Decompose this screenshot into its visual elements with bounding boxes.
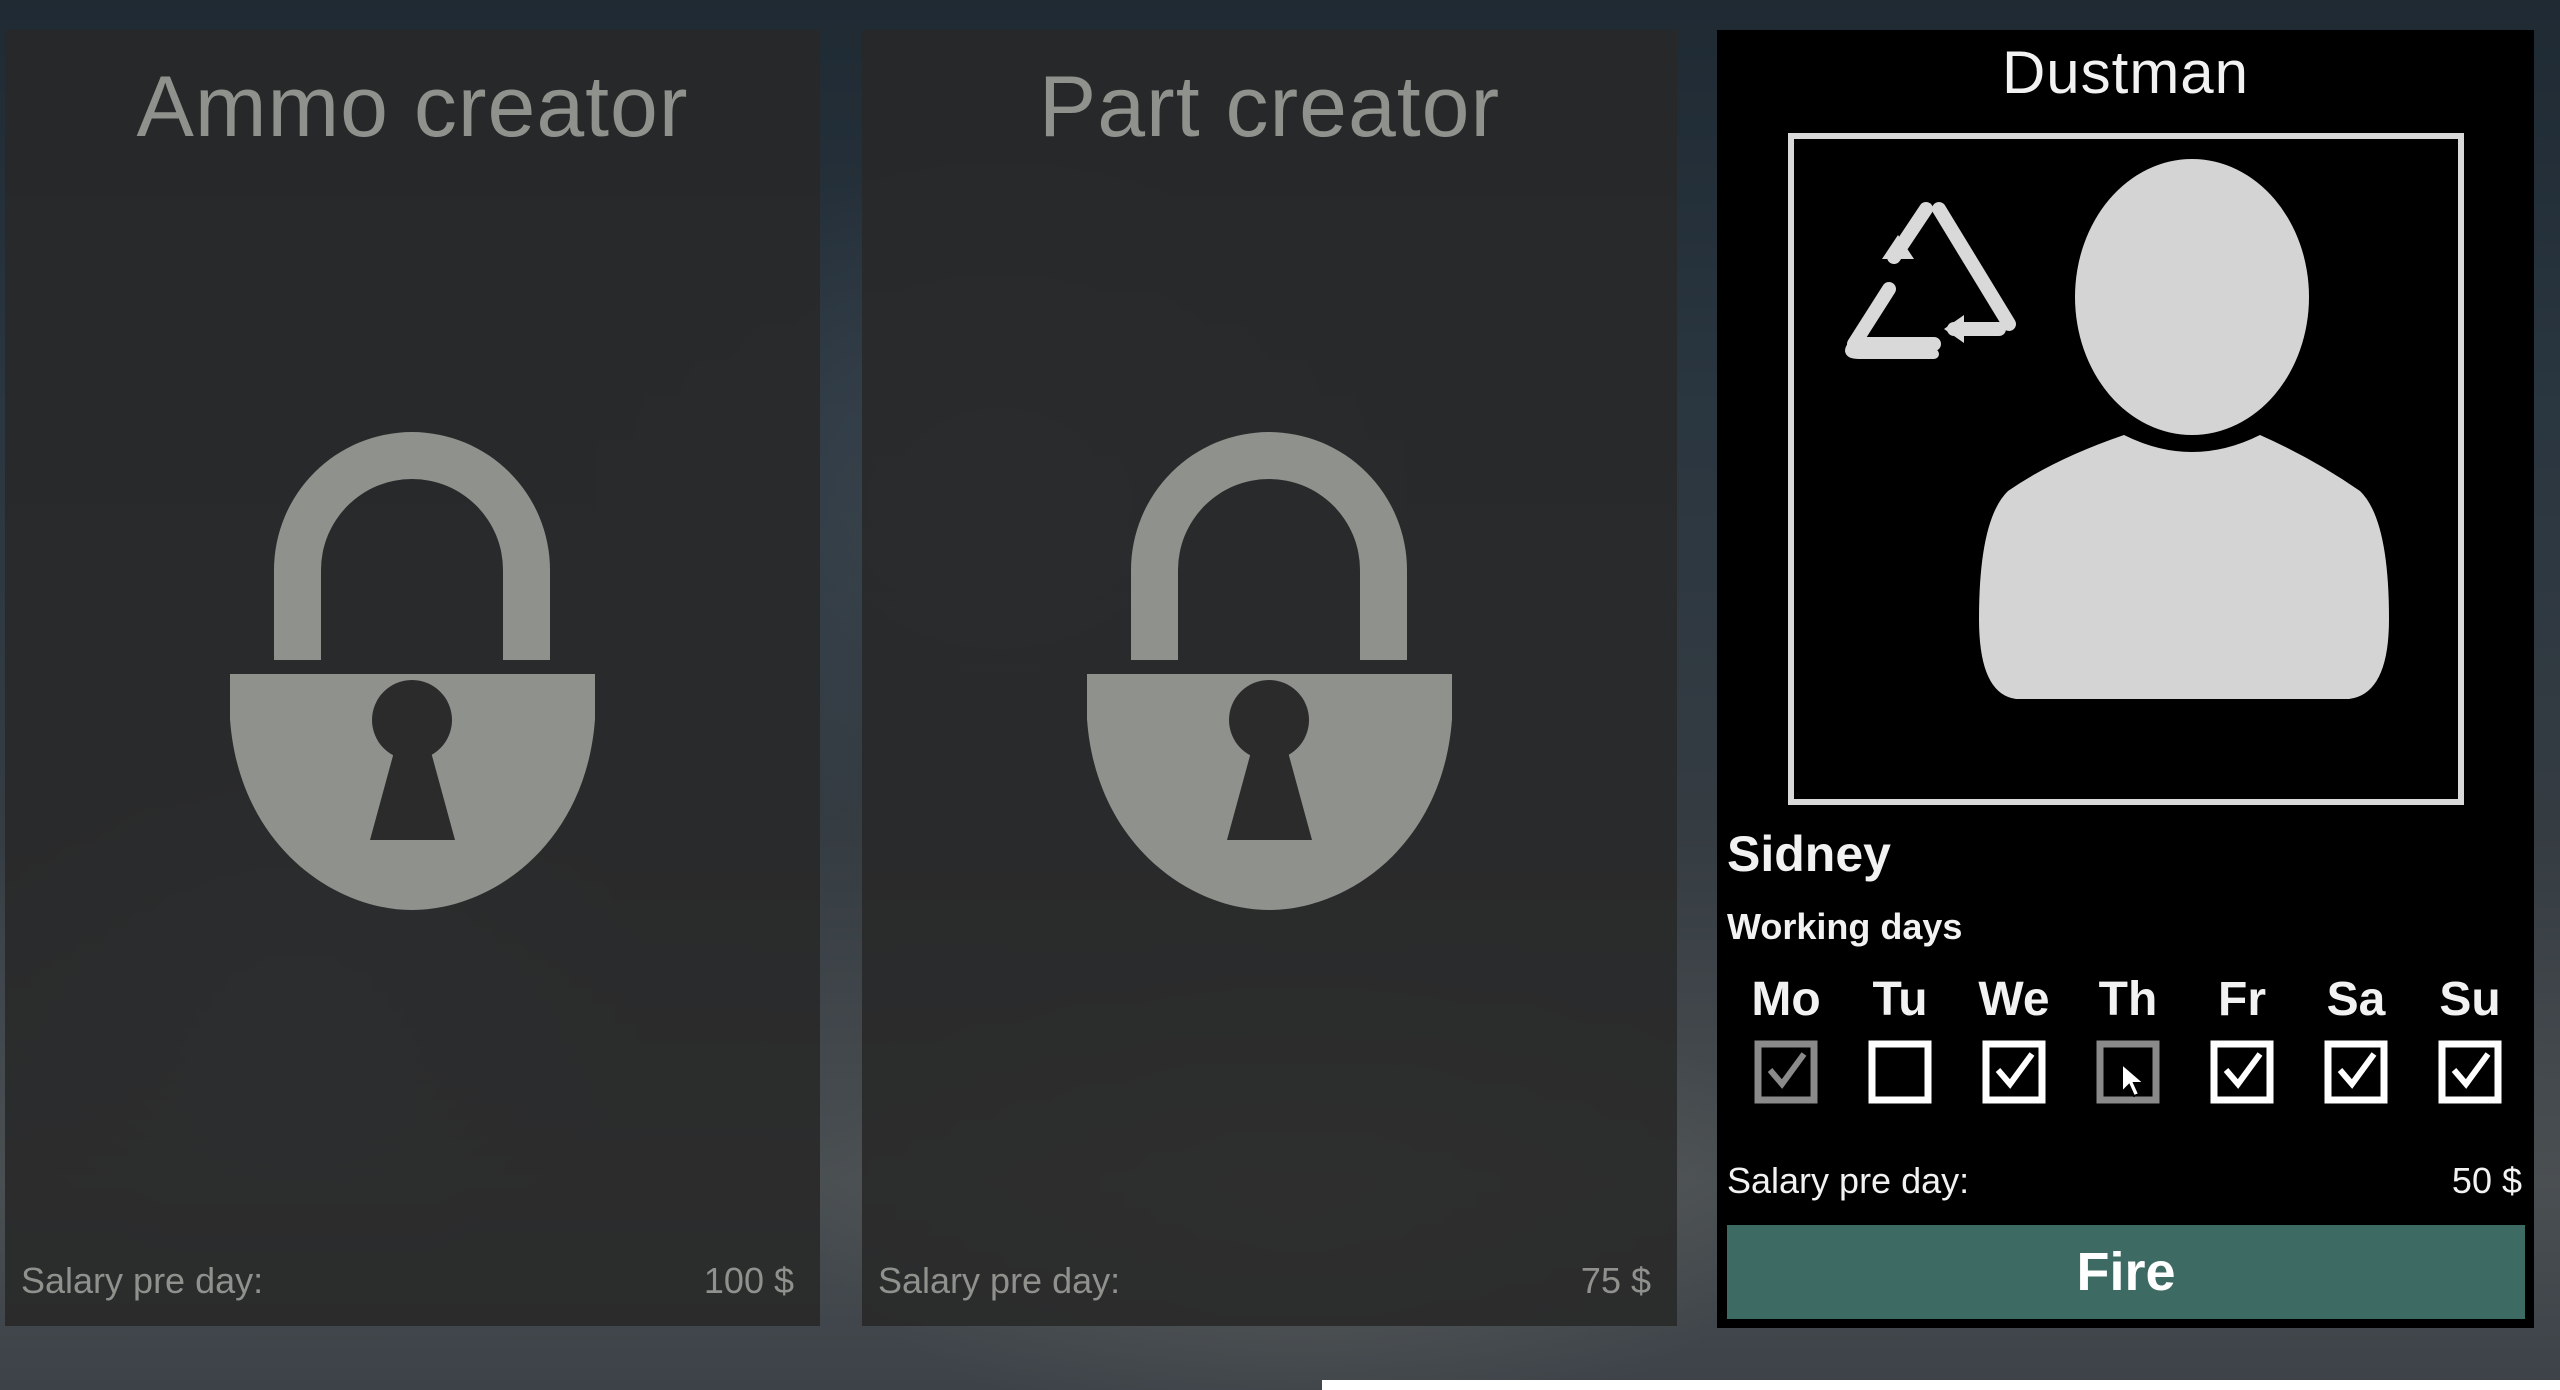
day-label: Tu — [1872, 973, 1928, 1026]
lock-icon — [230, 432, 595, 910]
checkbox-mo[interactable] — [1754, 1040, 1818, 1104]
checkbox-fr[interactable] — [2210, 1040, 2274, 1104]
salary-row: Salary pre day: 100 $ — [21, 1260, 794, 1302]
day-th: Th — [2071, 972, 2185, 1104]
working-days-selector: Mo Tu We Th Fr Sa Su — [1729, 972, 2529, 1104]
portrait-art — [1845, 159, 2389, 699]
salary-value: 100 $ — [703, 1260, 794, 1301]
job-card-ammo-creator: Ammo creator Salary pre day: 100 $ — [5, 30, 820, 1326]
working-days-label: Working days — [1727, 906, 1963, 947]
day-sa: Sa — [2299, 972, 2413, 1104]
day-label: Fr — [2218, 973, 2266, 1026]
person-silhouette-icon — [1979, 159, 2389, 699]
day-fr: Fr — [2185, 972, 2299, 1104]
day-label: Su — [2439, 973, 2501, 1026]
day-label: Mo — [1751, 973, 1821, 1026]
employee-name: Sidney — [1727, 826, 1891, 882]
day-we: We — [1957, 972, 2071, 1104]
day-label: Th — [2098, 973, 2158, 1026]
day-label: Sa — [2326, 973, 2386, 1026]
checkbox-we[interactable] — [1982, 1040, 2046, 1104]
salary-value: 75 $ — [1580, 1260, 1651, 1301]
day-tu: Tu — [1843, 972, 1957, 1104]
job-title: Part creator — [1038, 59, 1501, 155]
checkbox-tu[interactable] — [1868, 1040, 1932, 1104]
checkbox-sa[interactable] — [2324, 1040, 2388, 1104]
day-mo: Mo — [1729, 972, 1843, 1104]
fire-button[interactable]: Fire — [1727, 1225, 2525, 1319]
checkbox-su[interactable] — [2438, 1040, 2502, 1104]
job-card-part-creator: Part creator Salary pre day: 75 $ — [862, 30, 1677, 1326]
recycle-icon — [1845, 202, 2016, 359]
employee-portrait — [1788, 133, 2464, 805]
salary-label: Salary pre day: — [21, 1260, 264, 1301]
salary-row: Salary pre day: 75 $ — [878, 1260, 1651, 1302]
job-title: Ammo creator — [136, 59, 689, 155]
salary-value: 50 $ — [2451, 1160, 2522, 1201]
salary-label: Salary pre day: — [878, 1260, 1121, 1301]
day-su: Su — [2413, 972, 2527, 1104]
job-title: Dustman — [2001, 39, 2250, 106]
salary-row: Salary pre day: 50 $ — [1727, 1160, 2522, 1202]
job-card-dustman: Dustman Sidney Working days Mo Tu We Th … — [1717, 30, 2534, 1328]
salary-label: Salary pre day: — [1727, 1160, 1970, 1201]
checkbox-th[interactable] — [2096, 1040, 2160, 1104]
cursor-icon — [2121, 1061, 2147, 1098]
lock-icon — [1087, 432, 1452, 910]
bottom-bar — [1322, 1380, 2560, 1390]
day-label: We — [1978, 973, 2050, 1026]
